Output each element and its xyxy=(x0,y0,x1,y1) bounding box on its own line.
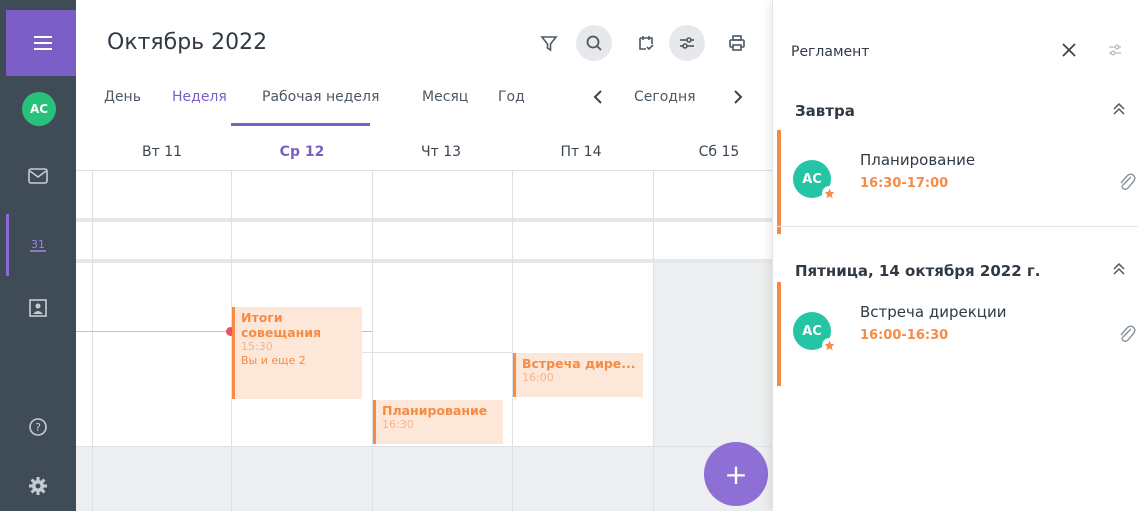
prev-button[interactable] xyxy=(586,85,610,109)
user-avatar[interactable]: AC xyxy=(22,92,56,126)
section-title: Завтра xyxy=(795,102,855,120)
reminder-panel: Регламент Завтра AC Планирование 16:30-1… xyxy=(772,0,1138,511)
sliders-icon xyxy=(1109,44,1121,56)
day-header-today[interactable]: Ср 12 xyxy=(280,144,325,160)
calendar-app: AC 31 ? Октябрь 2022 День Неделя Рабочая… xyxy=(0,0,1138,511)
tab-week[interactable]: Неделя xyxy=(172,89,227,105)
chevron-right-icon xyxy=(734,90,743,104)
panel-settings-button[interactable] xyxy=(1101,36,1129,64)
week-grid[interactable]: Итоги совещания 15:30 Вы и еще 2 Встреча… xyxy=(76,170,772,511)
sliders-icon xyxy=(680,37,694,49)
menu-button[interactable] xyxy=(6,10,76,76)
menu-icon xyxy=(34,36,52,38)
nav-rail: AC 31 ? xyxy=(0,0,76,511)
next-button[interactable] xyxy=(726,85,750,109)
search-icon xyxy=(586,35,602,51)
collapse-icon[interactable] xyxy=(1110,100,1128,118)
reminder-card[interactable]: AC Встреча дирекции 16:00-16:30 xyxy=(773,282,1138,386)
day-header[interactable]: Сб 15 xyxy=(699,144,740,160)
today-button[interactable]: Сегодня xyxy=(634,89,696,105)
close-icon xyxy=(1062,43,1076,57)
calendar-icon[interactable]: 31 xyxy=(22,228,54,260)
filter-button[interactable] xyxy=(531,25,567,61)
tab-underline xyxy=(231,123,370,126)
print-icon xyxy=(729,35,745,51)
settings-icon[interactable] xyxy=(22,470,54,502)
search-button[interactable] xyxy=(576,25,612,61)
mail-icon[interactable] xyxy=(22,160,54,192)
event-time: 16:30-17:00 xyxy=(860,176,949,191)
star-icon xyxy=(822,338,837,353)
filter-icon xyxy=(540,36,558,52)
settings-sliders-button[interactable] xyxy=(669,25,705,61)
svg-text:?: ? xyxy=(35,421,41,434)
day-header[interactable]: Пт 14 xyxy=(561,144,602,160)
page-title: Октябрь 2022 xyxy=(107,30,268,55)
event-time: 16:00-16:30 xyxy=(860,328,949,343)
reminder-card[interactable]: AC Планирование 16:30-17:00 xyxy=(773,130,1138,234)
svg-text:31: 31 xyxy=(31,238,45,251)
event-name: Встреча дирекции xyxy=(860,303,1007,321)
help-icon[interactable]: ? xyxy=(22,411,54,443)
tab-year[interactable]: Год xyxy=(498,89,525,105)
attachment-icon[interactable] xyxy=(1117,324,1137,346)
close-button[interactable] xyxy=(1055,36,1083,64)
tab-month[interactable]: Месяц xyxy=(422,89,468,105)
print-button[interactable] xyxy=(719,25,755,61)
calendar-check-icon xyxy=(639,36,654,51)
star-icon xyxy=(822,186,837,201)
add-event-button[interactable]: + xyxy=(704,442,768,506)
active-indicator xyxy=(6,214,9,276)
event-planirovanie[interactable]: Планирование 16:30 xyxy=(373,400,503,444)
collapse-icon[interactable] xyxy=(1110,260,1128,278)
tab-day[interactable]: День xyxy=(104,89,141,105)
day-header[interactable]: Вт 11 xyxy=(142,144,182,160)
event-itogi[interactable]: Итоги совещания 15:30 Вы и еще 2 xyxy=(232,307,362,399)
calendar-main: Октябрь 2022 День Неделя Рабочая неделя … xyxy=(76,0,772,511)
calendar-sync-button[interactable] xyxy=(628,25,664,61)
event-name: Планирование xyxy=(860,151,976,169)
day-header[interactable]: Чт 13 xyxy=(421,144,461,160)
event-vstrecha[interactable]: Встреча дире... 16:00 xyxy=(513,353,643,397)
contacts-icon[interactable] xyxy=(22,292,54,324)
attachment-icon[interactable] xyxy=(1117,172,1137,194)
chevron-left-icon xyxy=(593,90,602,104)
tab-work-week[interactable]: Рабочая неделя xyxy=(262,89,379,105)
panel-title: Регламент xyxy=(791,44,870,60)
section-title: Пятница, 14 октября 2022 г. xyxy=(795,262,1041,280)
